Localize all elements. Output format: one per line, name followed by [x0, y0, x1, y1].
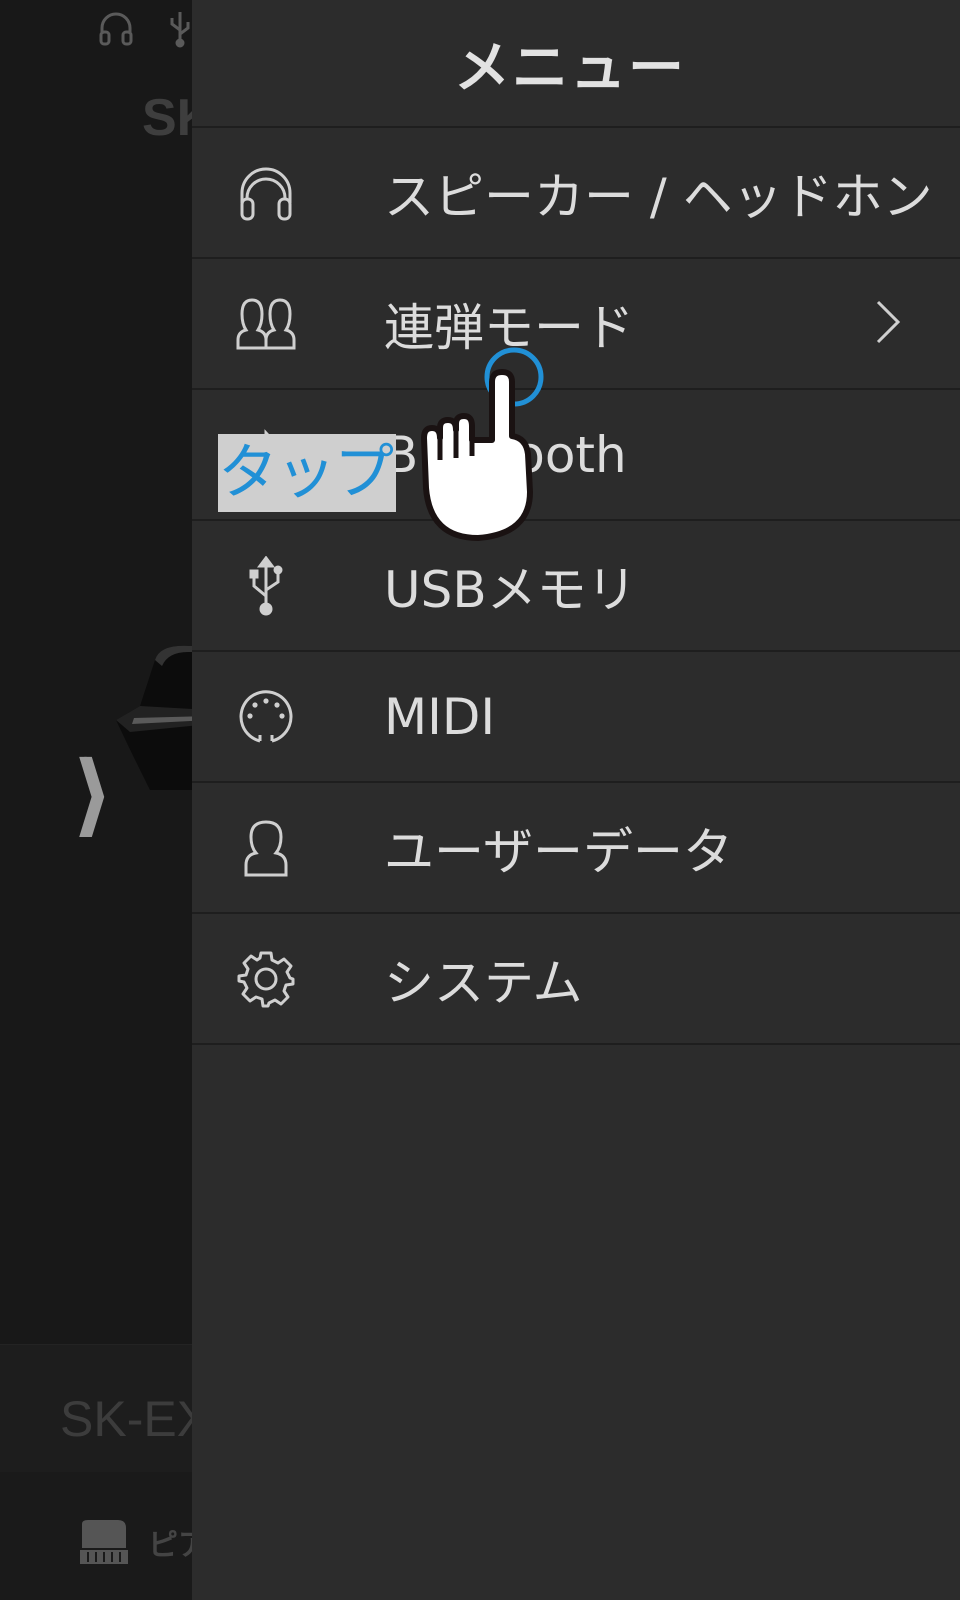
model-name: SK-EX [60, 1391, 211, 1447]
menu-item-label: ユーザーデータ [384, 822, 733, 881]
gear-icon [236, 949, 296, 1009]
menu-item-system[interactable]: システム [192, 914, 960, 1045]
menu-item-label: USBメモリ [384, 560, 637, 619]
menu-item-label: スピーカー / ヘッドホン [384, 167, 933, 226]
menu-item-label: システム [384, 953, 583, 1012]
expand-arrows-icon[interactable]: ⟩⟩ [72, 750, 113, 840]
usb-icon [168, 8, 192, 52]
status-bar [0, 0, 200, 60]
menu-item-usb-memory[interactable]: USBメモリ [192, 521, 960, 652]
headphones-icon [236, 163, 296, 223]
drawer-title: メニュー [454, 35, 686, 101]
duet-icon [236, 294, 296, 354]
menu-item-speaker-headphone[interactable]: スピーカー / ヘッドホン [192, 128, 960, 259]
usb-icon [236, 555, 296, 616]
drawer-header: メニュー [192, 0, 960, 128]
menu-item-midi[interactable]: MIDI [192, 652, 960, 783]
midi-icon [236, 687, 296, 747]
grand-piano-icon [78, 1518, 130, 1570]
headphones-icon [96, 8, 136, 52]
user-icon [236, 818, 296, 878]
tap-hint-label: タップ [218, 434, 396, 512]
pointing-hand-icon [420, 368, 546, 548]
menu-item-label: MIDI [384, 687, 496, 746]
chevron-right-icon [874, 300, 902, 348]
menu-drawer: メニュー スピーカー / ヘッドホン 連弾モード USBメモリ MIDI ユーザ… [192, 0, 960, 1600]
menu-item-duet-mode[interactable]: 連弾モード [192, 259, 960, 390]
menu-item-user-data[interactable]: ユーザーデータ [192, 783, 960, 914]
